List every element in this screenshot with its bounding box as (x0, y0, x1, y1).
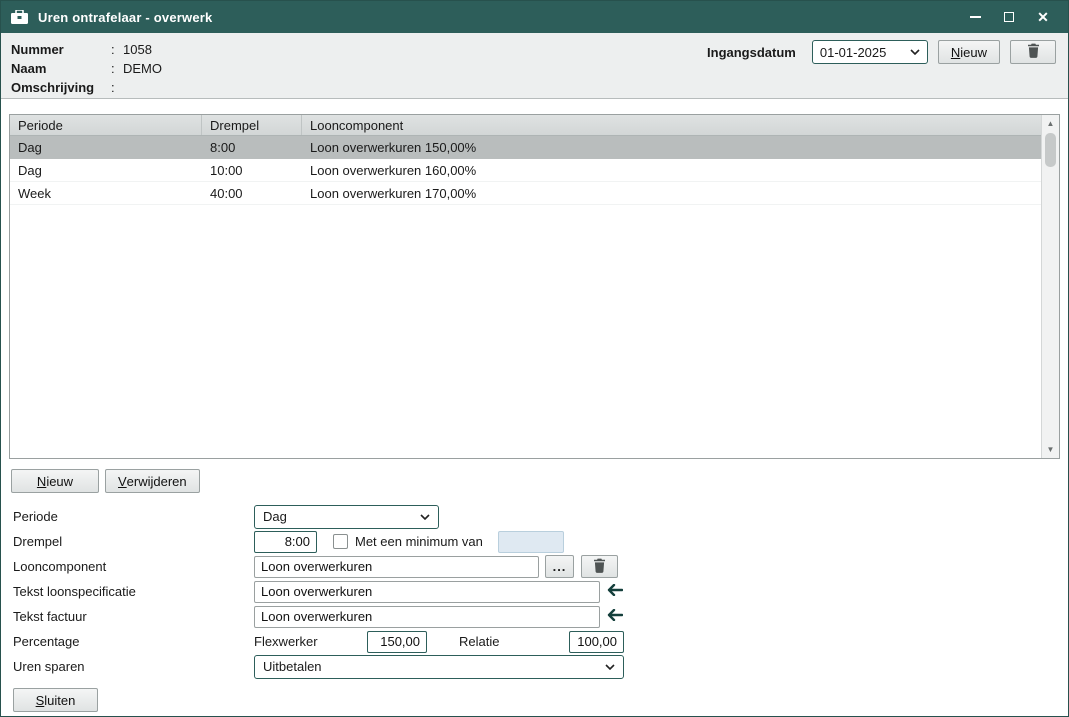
arrow-left-icon (607, 584, 623, 599)
arrow-left-icon (607, 609, 623, 624)
relatie-label: Relatie (459, 634, 524, 649)
minimum-input (498, 531, 564, 553)
titlebar: Uren ontrafelaar - overwerk ✕ (1, 1, 1068, 33)
nummer-label: Nummer (1, 42, 111, 57)
uren-sparen-row: Uren sparen Uitbetalen (1, 654, 1068, 679)
header-nieuw-button[interactable]: Nieuw (938, 40, 1000, 64)
looncomponent-row: Looncomponent ... (1, 554, 1068, 579)
table-cell-periode: Dag (10, 163, 202, 178)
uren-sparen-select[interactable]: Uitbetalen (254, 655, 624, 679)
table-scrollbar[interactable]: ▲ ▼ (1041, 115, 1059, 458)
table-cell-periode: Week (10, 186, 202, 201)
chevron-down-icon (420, 514, 430, 520)
verwijderen-button[interactable]: Verwijderen (105, 469, 200, 493)
chevron-down-icon (910, 49, 920, 55)
chevron-down-icon (605, 664, 615, 670)
header-panel: Nummer : 1058 Naam : DEMO Omschrijving :… (1, 33, 1068, 99)
app-icon (11, 10, 29, 25)
percentage-label: Percentage (1, 634, 254, 649)
scroll-up-icon[interactable]: ▲ (1042, 115, 1059, 132)
minimum-label: Met een minimum van (355, 534, 483, 549)
periods-table: Periode Drempel Looncomponent Dag8:00Loo… (9, 114, 1060, 459)
sluiten-button[interactable]: Sluiten (13, 688, 98, 712)
omschrijving-label: Omschrijving (1, 80, 111, 95)
table-cell-looncomponent: Loon overwerkuren 160,00% (302, 163, 1041, 178)
close-button[interactable]: ✕ (1026, 3, 1060, 31)
looncomponent-input[interactable] (254, 556, 539, 578)
table-header: Periode Drempel Looncomponent (10, 115, 1041, 136)
tekst-loonspecificatie-input[interactable] (254, 581, 600, 603)
column-header-periode[interactable]: Periode (10, 115, 202, 135)
nummer-value: 1058 (123, 42, 152, 57)
nieuw-button[interactable]: Nieuw (11, 469, 99, 493)
table-cell-drempel: 10:00 (202, 163, 302, 178)
scroll-down-icon[interactable]: ▼ (1042, 441, 1059, 458)
table-row[interactable]: Dag10:00Loon overwerkuren 160,00% (10, 159, 1041, 182)
column-header-looncomponent[interactable]: Looncomponent (302, 115, 1041, 135)
ingangsdatum-label: Ingangsdatum (707, 45, 796, 60)
periode-value: Dag (263, 509, 420, 524)
column-header-drempel[interactable]: Drempel (202, 115, 302, 135)
minimum-checkbox[interactable] (333, 534, 348, 549)
minimize-button[interactable] (958, 3, 992, 31)
uren-sparen-label: Uren sparen (1, 659, 254, 674)
maximize-button[interactable] (992, 3, 1026, 31)
tekst-loonspecificatie-row: Tekst loonspecificatie (1, 579, 1068, 604)
flexwerker-input[interactable] (367, 631, 427, 653)
periode-label: Periode (1, 509, 254, 524)
periode-select[interactable]: Dag (254, 505, 439, 529)
table-cell-looncomponent: Loon overwerkuren 150,00% (302, 140, 1041, 155)
tekst-factuur-label: Tekst factuur (1, 609, 254, 624)
dialog-window: Uren ontrafelaar - overwerk ✕ Nummer : 1… (0, 0, 1069, 717)
drempel-label: Drempel (1, 534, 254, 549)
table-cell-looncomponent: Loon overwerkuren 170,00% (302, 186, 1041, 201)
table-row[interactable]: Dag8:00Loon overwerkuren 150,00% (10, 136, 1041, 159)
trash-icon (593, 558, 606, 576)
detail-form: Periode Dag Drempel Met een minimum van … (1, 504, 1068, 679)
header-field-omschrijving: Omschrijving : (1, 78, 1068, 97)
window-title: Uren ontrafelaar - overwerk (38, 10, 212, 25)
table-cell-drempel: 40:00 (202, 186, 302, 201)
tekst-factuur-row: Tekst factuur (1, 604, 1068, 629)
close-icon: ✕ (1037, 9, 1049, 26)
table-body: Dag8:00Loon overwerkuren 150,00%Dag10:00… (10, 136, 1041, 205)
uren-sparen-value: Uitbetalen (263, 659, 605, 674)
trash-icon (1027, 43, 1040, 61)
percentage-row: Percentage Flexwerker Relatie (1, 629, 1068, 654)
periode-row: Periode Dag (1, 504, 1068, 529)
relatie-input[interactable] (569, 631, 624, 653)
ingangsdatum-select[interactable]: 01-01-2025 (812, 40, 928, 64)
flexwerker-label: Flexwerker (254, 634, 367, 649)
ingangsdatum-value: 01-01-2025 (820, 45, 902, 60)
drempel-row: Drempel Met een minimum van (1, 529, 1068, 554)
looncomponent-delete-button[interactable] (581, 555, 618, 578)
minimize-icon (970, 16, 981, 18)
table-cell-drempel: 8:00 (202, 140, 302, 155)
tekst-factuur-input[interactable] (254, 606, 600, 628)
table-cell-periode: Dag (10, 140, 202, 155)
copy-loonspecificatie-button[interactable] (603, 580, 626, 603)
tekst-loonspecificatie-label: Tekst loonspecificatie (1, 584, 254, 599)
scrollbar-thumb[interactable] (1045, 133, 1056, 167)
maximize-icon (1004, 12, 1014, 22)
drempel-input[interactable] (254, 531, 317, 553)
naam-value: DEMO (123, 61, 162, 76)
header-delete-button[interactable] (1010, 40, 1056, 64)
looncomponent-label: Looncomponent (1, 559, 254, 574)
copy-factuur-button[interactable] (603, 605, 626, 628)
naam-label: Naam (1, 61, 111, 76)
table-row[interactable]: Week40:00Loon overwerkuren 170,00% (10, 182, 1041, 205)
looncomponent-browse-button[interactable]: ... (545, 555, 574, 578)
